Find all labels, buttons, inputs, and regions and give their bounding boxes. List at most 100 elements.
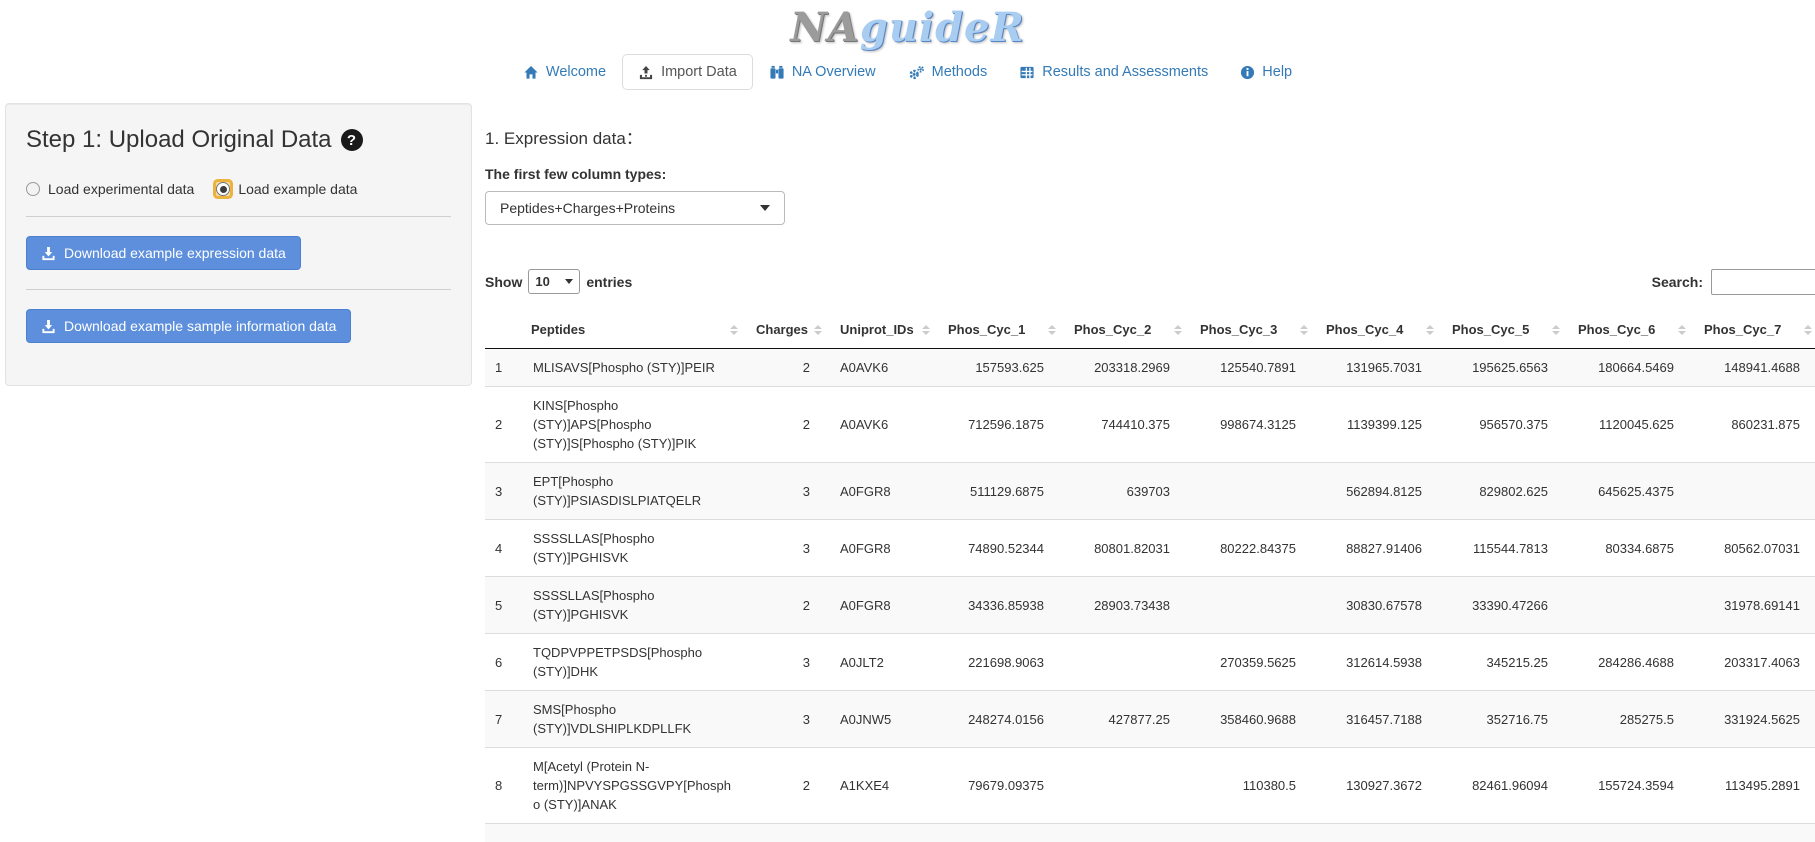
cell-uniprot-id: A0FGR8 [830,520,938,577]
table-row[interactable]: 5SSSSLLAS[Phospho (STY)]PGHISVK2A0FGR834… [485,577,1815,634]
column-header-phos_cyc_2[interactable]: Phos_Cyc_2 [1064,311,1190,349]
cell-phos-cyc-6 [1568,824,1694,842]
cell-uniprot-id: A1KXE4 [830,748,938,824]
cell-phos-cyc-3: 358460.9688 [1190,691,1316,748]
sort-icon[interactable] [1804,325,1812,335]
chevron-down-icon [760,205,770,211]
table-row[interactable]: 3EPT[Phospho (STY)]PSIASDISLPIATQELR3A0F… [485,463,1815,520]
sort-icon[interactable] [1174,325,1182,335]
column-header-phos_cyc_1[interactable]: Phos_Cyc_1 [938,311,1064,349]
tab-help[interactable]: Help [1224,54,1308,90]
table-header-row: PeptidesChargesUniprot_IDsPhos_Cyc_1Phos… [485,311,1815,349]
gears-icon [908,65,925,80]
sort-icon[interactable] [1426,325,1434,335]
column-header-charges[interactable]: Charges [746,311,830,349]
question-circle-icon[interactable]: ? [341,129,363,151]
sort-icon[interactable] [1678,325,1686,335]
cell-phos-cyc-1: 221698.9063 [938,634,1064,691]
radio-load-example-data[interactable]: Load example data [216,181,357,197]
cell-phos-cyc-4: 562894.8125 [1316,463,1442,520]
cell-phos-cyc-2: 427877.25 [1064,691,1190,748]
tab-na-overview[interactable]: NA Overview [753,54,892,90]
sort-icon[interactable] [814,325,822,335]
cell-phos-cyc-5: 956570.375 [1442,387,1568,463]
cell-charge: 3 [746,463,830,520]
cell-uniprot-id: A0JNW5 [830,691,938,748]
cell-phos-cyc-7: 113495.2891 [1694,748,1815,824]
table-row[interactable]: 7SMS[Phospho (STY)]VDLSHIPLKDPLLFK3A0JNW… [485,691,1815,748]
page-length-select[interactable]: 10 [528,269,580,294]
tab-label: Help [1262,64,1292,80]
cell-charge: 2 [746,748,830,824]
column-header-label: Peptides [531,322,585,337]
table-row[interactable]: 8M[Acetyl (Protein N-term)]NPVYSPGSSGVPY… [485,748,1815,824]
radio-unselected-icon[interactable] [26,182,40,196]
cell-phos-cyc-4: 131965.7031 [1316,349,1442,387]
search-input[interactable] [1711,269,1815,295]
cell-phos-cyc-7: 860231.875 [1694,387,1815,463]
cell-phos-cyc-7: 203317.4063 [1694,634,1815,691]
divider [26,289,451,290]
entries-label: entries [586,274,632,290]
column-header-phos_cyc_5[interactable]: Phos_Cyc_5 [1442,311,1568,349]
download-expression-data-label: Download example expression data [64,245,286,261]
cell-phos-cyc-6 [1568,577,1694,634]
table-row[interactable]: 2KINS[Phospho (STY)]APS[Phospho (STY)]S[… [485,387,1815,463]
cell-phos-cyc-4: 130927.3672 [1316,748,1442,824]
app-logo-guider: guideR [860,4,1025,51]
cell-phos-cyc-2 [1064,824,1190,842]
radio-load-experimental-data[interactable]: Load experimental data [26,181,194,197]
cell-phos-cyc-6: 1120045.625 [1568,387,1694,463]
main-nav: WelcomeImport Data NA Overview Methods Resu… [0,52,1815,90]
download-expression-data-button[interactable]: Download example expression data [26,236,301,270]
cell-phos-cyc-3: 998674.3125 [1190,387,1316,463]
data-source-radio-group: Load experimental data Load example data [26,181,451,197]
cell-phos-cyc-3 [1190,824,1316,842]
cell-phos-cyc-1: 34336.85938 [938,577,1064,634]
cell-phos-cyc-1: 157593.625 [938,349,1064,387]
table-row[interactable] [485,824,1815,842]
panel-title-text: Step 1: Upload Original Data [26,126,332,154]
cell-row-number [485,824,521,842]
tab-methods[interactable]: Methods [892,54,1004,90]
cell-phos-cyc-1: 248274.0156 [938,691,1064,748]
download-icon [41,319,56,334]
tab-label: Methods [932,64,988,80]
table-row[interactable]: 6TQDPVPPETPSDS[Phospho (STY)]DHK3A0JLT22… [485,634,1815,691]
cell-phos-cyc-4: 312614.5938 [1316,634,1442,691]
column-header-peptides[interactable]: Peptides [521,311,746,349]
cell-phos-cyc-1: 712596.1875 [938,387,1064,463]
column-header-phos_cyc_4[interactable]: Phos_Cyc_4 [1316,311,1442,349]
download-sample-information-button[interactable]: Download example sample information data [26,309,351,343]
cell-phos-cyc-5: 352716.75 [1442,691,1568,748]
table-row[interactable]: 1MLISAVS[Phospho (STY)]PEIR2A0AVK6157593… [485,349,1815,387]
sort-icon[interactable] [922,325,930,335]
cell-phos-cyc-4: 88827.91406 [1316,520,1442,577]
expression-data-heading: 1. Expression data： [485,124,1815,149]
tab-welcome[interactable]: Welcome [507,54,622,90]
table-row[interactable]: 4SSSSLLAS[Phospho (STY)]PGHISVK3A0FGR874… [485,520,1815,577]
sort-icon[interactable] [730,325,738,335]
cell-phos-cyc-3 [1190,577,1316,634]
cell-row-number: 8 [485,748,521,824]
cell-charge: 2 [746,387,830,463]
cell-peptide: SSSSLLAS[Phospho (STY)]PGHISVK [521,577,746,634]
sort-icon[interactable] [1552,325,1560,335]
divider [26,216,451,217]
column-header-uniprot_ids[interactable]: Uniprot_IDs [830,311,938,349]
table-icon [1019,65,1035,80]
radio-selected-icon[interactable] [216,182,230,196]
column-header-phos_cyc_7[interactable]: Phos_Cyc_7 [1694,311,1815,349]
tab-import-data[interactable]: Import Data [622,54,753,90]
column-header-phos_cyc_6[interactable]: Phos_Cyc_6 [1568,311,1694,349]
cell-charge: 2 [746,577,830,634]
cell-phos-cyc-7 [1694,824,1815,842]
tab-label: NA Overview [792,64,876,80]
sort-icon[interactable] [1048,325,1056,335]
sort-icon[interactable] [1300,325,1308,335]
column-header-phos_cyc_3[interactable]: Phos_Cyc_3 [1190,311,1316,349]
cell-row-number: 6 [485,634,521,691]
column-types-select[interactable]: Peptides+Charges+Proteins [485,191,785,225]
tab-results-and-assessments[interactable]: Results and Assessments [1003,54,1224,90]
cell-peptide: TQDPVPPETPSDS[Phospho (STY)]DHK [521,634,746,691]
